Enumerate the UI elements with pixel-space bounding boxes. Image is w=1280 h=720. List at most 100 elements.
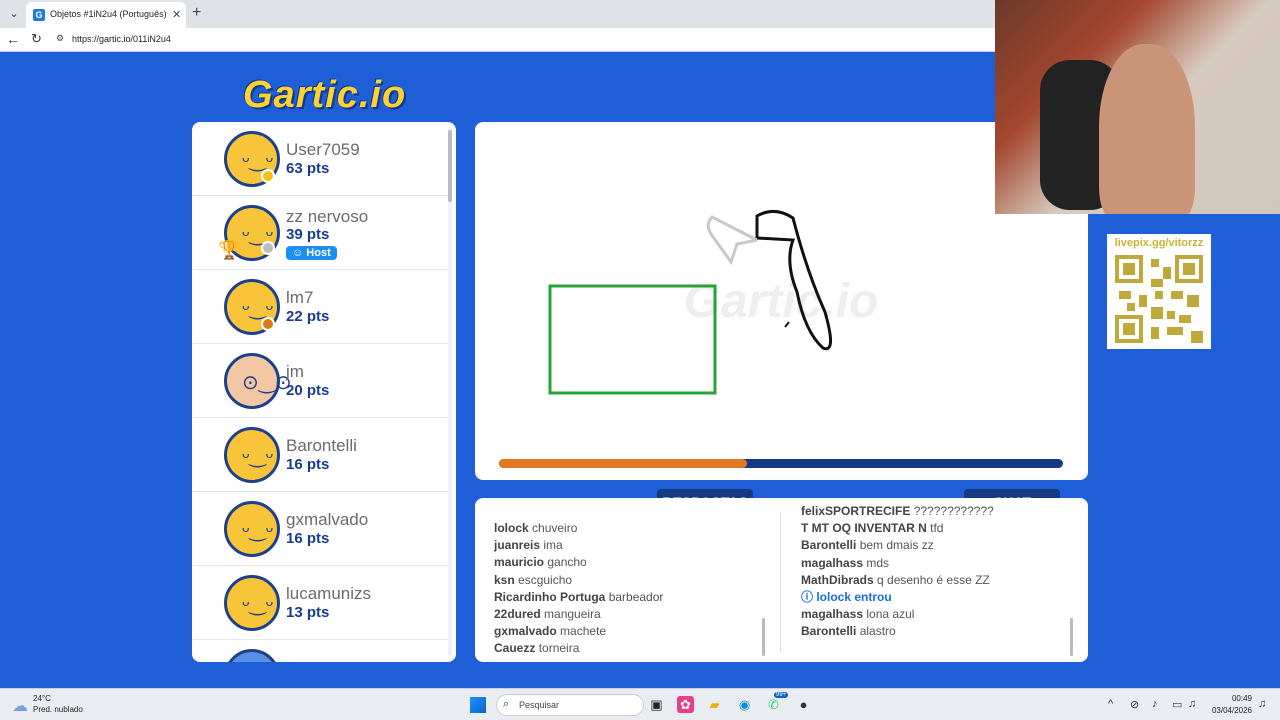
player-avatar: ᵕ‿ᵕ <box>224 427 280 483</box>
close-tab-icon[interactable]: ✕ <box>172 8 181 21</box>
player-row-partial <box>192 640 448 662</box>
canvas-watermark: Gartic.io <box>684 275 879 328</box>
answers-chat-panel: lolock chuveiro juanreis ima mauricio ga… <box>475 498 1088 662</box>
host-badge: ☺ Host <box>286 246 337 260</box>
volume-icon[interactable]: ♫ <box>1188 698 1196 710</box>
answer-item: lolock chuveiro <box>494 521 578 535</box>
player-row[interactable]: ᵕ‿ᵕ lm7 22 pts <box>192 270 448 344</box>
site-info-icon[interactable]: ⚙ <box>56 33 64 44</box>
answers-scrollbar[interactable] <box>762 618 765 656</box>
gartic-logo: Gartic.io <box>243 74 407 116</box>
player-points: 16 pts <box>286 530 330 547</box>
notification-badge: 99+ <box>774 692 789 698</box>
livepix-qr-card: livepix.gg/vitorzz <box>1107 234 1211 349</box>
chevron-up-icon[interactable]: ^ <box>1108 698 1113 710</box>
windows-taskbar: ☁ 24°C Pred. nublado ⌕ Pesquisar ▣ ✿ ▰ ◉… <box>0 688 1280 720</box>
player-avatar: ⊙‿⊙ <box>224 353 292 409</box>
player-row[interactable]: ⊙‿⊙ jm 20 pts <box>192 344 448 418</box>
clock-time[interactable]: 00:49 <box>1216 694 1252 703</box>
gartic-favicon-icon: G <box>33 9 45 21</box>
display-icon[interactable]: ▭ <box>1172 698 1182 711</box>
player-name: lucamunizs <box>286 584 372 603</box>
back-arrow-icon[interactable]: ← <box>6 31 20 47</box>
chat-list: felixSPORTRECIFE ???????????? T MT OQ IN… <box>801 503 1071 641</box>
chat-message: Barontelli alastro <box>801 624 896 639</box>
player-name: User7059 <box>286 140 360 159</box>
obs-icon[interactable]: ● <box>795 696 812 713</box>
qr-title: livepix.gg/vitorzz <box>1114 237 1204 249</box>
answers-list: lolock chuveiro juanreis ima mauricio ga… <box>494 520 764 658</box>
player-name: gxmalvado <box>286 510 369 529</box>
player-list: ᵕ‿ᵕ User7059 63 pts ᵕ‿ᵕ 🏆 zz nervoso 39 … <box>192 122 456 662</box>
drawn-gray-stroke <box>706 215 758 266</box>
qr-code-icon <box>1115 255 1203 343</box>
file-explorer-icon[interactable]: ▰ <box>706 696 723 713</box>
start-button[interactable] <box>470 697 486 713</box>
microphone-icon[interactable]: ♪ <box>1152 698 1158 710</box>
webcam-overlay <box>995 0 1280 214</box>
player-list-scrollbar[interactable] <box>448 128 452 656</box>
task-view-icon[interactable]: ▣ <box>648 696 665 713</box>
player-points: 39 pts <box>286 226 330 243</box>
player-status-dot <box>261 317 275 331</box>
player-name: zz nervoso <box>286 207 369 226</box>
reload-icon[interactable]: ↻ <box>31 31 42 47</box>
player-row[interactable]: ᵕ‿ᵕ 🏆 zz nervoso 39 pts ☺ Host <box>192 196 448 270</box>
player-avatar: ᵕ‿ᵕ <box>224 575 280 631</box>
player-row[interactable]: ᵕ‿ᵕ Barontelli 16 pts <box>192 418 448 492</box>
cloudy-weather-icon[interactable]: ☁ <box>12 696 28 716</box>
player-points: 16 pts <box>286 456 330 473</box>
answer-item: 22dured mangueira <box>494 607 601 622</box>
player-avatar <box>224 649 280 662</box>
notification-bell-icon[interactable]: ♫ <box>1258 698 1266 710</box>
chat-message: magalhass mds <box>801 555 890 570</box>
player-row[interactable]: ᵕ‿ᵕ gxmalvado 16 pts <box>192 492 448 566</box>
chat-message: felixSPORTRECIFE ???????????? <box>801 504 994 518</box>
chat-message: Barontelli bem dmais zz <box>801 538 934 553</box>
smiley-face-icon: ᵕ‿ᵕ <box>242 446 274 468</box>
whatsapp-icon[interactable]: ✆ <box>765 696 782 713</box>
search-icon: ⌕ <box>503 698 510 710</box>
chat-system-message: ⓘ lolock entrou <box>801 590 892 605</box>
panel-divider <box>780 512 781 652</box>
player-status-dot <box>261 169 275 183</box>
player-name: lm7 <box>286 288 314 307</box>
tab-title: Objetos #1iN2u4 (Português) - Ga <box>50 9 170 19</box>
player-points: 13 pts <box>286 604 330 621</box>
answer-item: juanreis ima <box>494 538 563 553</box>
search-placeholder: Pesquisar <box>519 700 560 710</box>
smiley-face-icon: ᵕ‿ᵕ <box>242 594 274 616</box>
edge-browser-icon[interactable]: ◉ <box>736 696 753 713</box>
smiley-face-icon: ᵕ‿ᵕ <box>242 520 274 542</box>
no-network-icon[interactable]: ⊘ <box>1130 698 1139 711</box>
player-points: 22 pts <box>286 308 330 325</box>
player-avatar: ᵕ‿ᵕ <box>224 501 280 557</box>
answer-item: gxmalvado machete <box>494 624 607 639</box>
answer-item: Ricardinho Portuga barbeador <box>494 589 664 604</box>
player-points: 63 pts <box>286 160 330 177</box>
new-tab-button[interactable]: + <box>192 4 201 22</box>
clock-date[interactable]: 03/04/2026 <box>1206 706 1252 715</box>
browser-tab[interactable]: G Objetos #1iN2u4 (Português) - Ga ✕ <box>26 2 186 28</box>
player-status-dot <box>261 241 275 255</box>
tab-list-chevron-icon[interactable]: ⌄ <box>6 6 22 22</box>
chat-message: T MT OQ INVENTAR N tfd <box>801 521 944 536</box>
answer-item: ksn escguicho <box>494 572 573 587</box>
chat-scrollbar[interactable] <box>1070 618 1073 656</box>
chat-message: magalhass lona azul <box>801 607 915 622</box>
player-list-scroll-thumb[interactable] <box>448 130 452 202</box>
weather-description[interactable]: Pred. nublado <box>33 705 83 714</box>
taskbar-search[interactable]: ⌕ Pesquisar <box>496 694 644 716</box>
answer-item: Cauezz torneira <box>494 641 580 656</box>
info-icon: ⓘ <box>801 590 817 605</box>
trophy-icon: 🏆 <box>218 240 241 260</box>
weather-temperature[interactable]: 24°C <box>33 694 51 703</box>
url-field[interactable]: https://gartic.io/011iN2u4 <box>72 34 171 44</box>
player-row[interactable]: ᵕ‿ᵕ lucamunizs 13 pts <box>192 566 448 640</box>
round-timer-fill <box>499 459 748 468</box>
answer-item: mauricio gancho <box>494 555 587 570</box>
host-icon: ☺ <box>292 247 307 259</box>
player-row[interactable]: ᵕ‿ᵕ User7059 63 pts <box>192 122 448 196</box>
copilot-icon[interactable]: ✿ <box>677 696 694 713</box>
player-name: jm <box>286 362 304 381</box>
